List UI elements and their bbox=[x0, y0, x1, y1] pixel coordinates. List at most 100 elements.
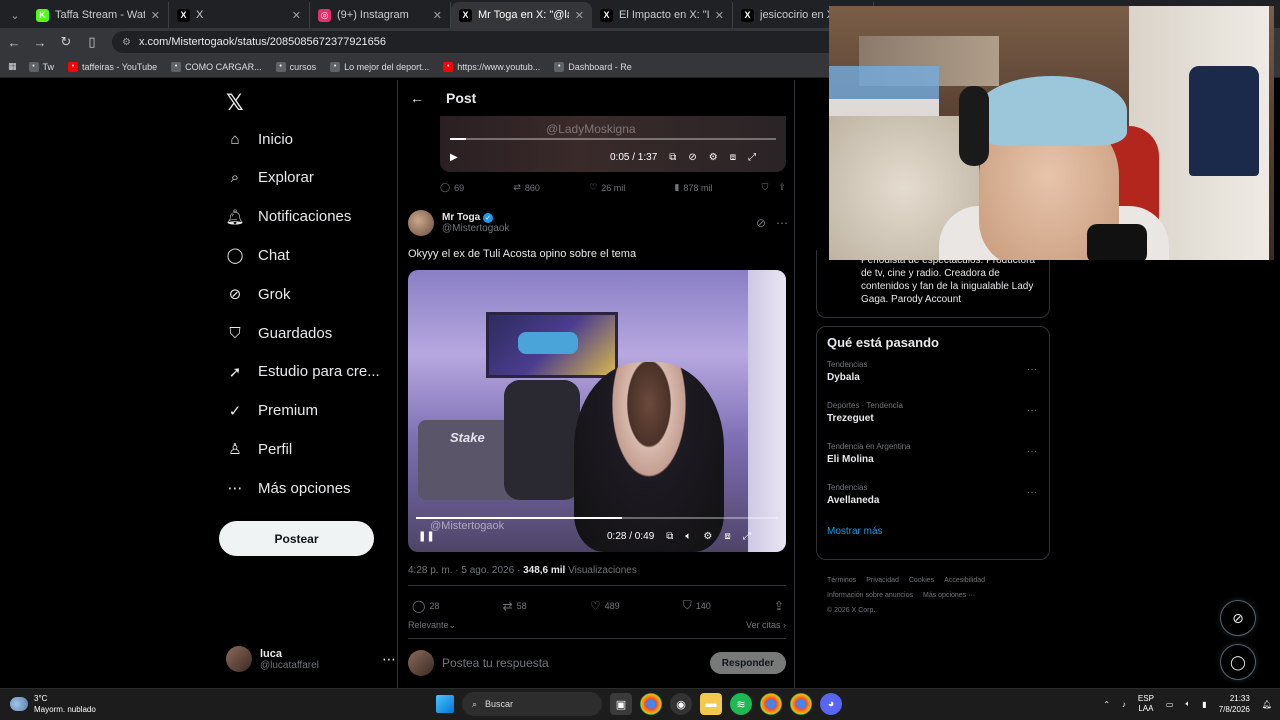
quoted-video-player[interactable]: @LadyMoskigna ▶ 0:05 / 1:37 ⧉ ⊘ ⚙ ⧈ ⤢ bbox=[440, 116, 786, 172]
windows-start-icon[interactable] bbox=[436, 695, 454, 713]
more-dots-icon[interactable]: ··· bbox=[1027, 487, 1037, 498]
like-action[interactable]: ♡ 26 mil bbox=[589, 182, 625, 193]
fullscreen-icon[interactable]: ⤢ bbox=[748, 152, 756, 163]
file-explorer-icon[interactable]: ▬ bbox=[700, 693, 722, 715]
close-icon[interactable]: ✕ bbox=[575, 9, 584, 22]
reply-action[interactable]: ◯ 28 bbox=[412, 598, 439, 613]
footer-link[interactable]: © 2026 X Corp. bbox=[827, 607, 875, 614]
battery-icon[interactable]: ▮ bbox=[1202, 700, 1206, 709]
obs-icon[interactable]: ◉ bbox=[670, 693, 692, 715]
x-logo-icon[interactable]: 𝕏 bbox=[226, 90, 244, 116]
language-indicator[interactable]: ESP LAA bbox=[1138, 694, 1154, 714]
chrome-icon[interactable] bbox=[640, 693, 662, 715]
close-icon[interactable]: ✕ bbox=[292, 9, 301, 22]
like-action[interactable]: ♡ 489 bbox=[590, 598, 620, 613]
reply-input[interactable]: Postea tu respuesta bbox=[442, 656, 702, 670]
notifications-icon[interactable]: 🔔︎ bbox=[1262, 700, 1272, 709]
browser-tab[interactable]: X El Impacto en X: "INVI ✕ bbox=[592, 2, 733, 28]
footer-link[interactable]: Información sobre anuncios bbox=[827, 592, 913, 599]
footer-link[interactable]: Privacidad bbox=[866, 577, 899, 584]
views-action[interactable]: ▮ 878 mil bbox=[674, 182, 712, 193]
reload-icon[interactable]: ↻ bbox=[54, 30, 78, 54]
clock[interactable]: 21:33 7/8/2026 bbox=[1219, 693, 1250, 715]
post-button[interactable]: Postear bbox=[219, 521, 374, 556]
browser-tab[interactable]: ◎ (9+) Instagram ✕ bbox=[310, 2, 451, 28]
volume-icon[interactable]: 🔈︎ bbox=[1185, 699, 1190, 709]
forward-arrow-icon[interactable]: → bbox=[28, 30, 52, 54]
spotify-icon[interactable]: ≋ bbox=[730, 693, 752, 715]
close-icon[interactable]: ✕ bbox=[433, 9, 442, 22]
settings-icon[interactable]: ⚙ bbox=[709, 152, 718, 163]
author-name[interactable]: Mr Toga bbox=[442, 212, 480, 223]
video-progress-bar[interactable] bbox=[416, 517, 778, 519]
trend-item[interactable]: Tendencia en Argentina Eli Molina ··· bbox=[827, 442, 1039, 483]
tray-app-icon[interactable]: ♪ bbox=[1122, 700, 1126, 709]
grok-fab-icon[interactable]: ⊘ bbox=[1220, 600, 1256, 636]
messages-fab-icon[interactable]: ◯ bbox=[1220, 644, 1256, 680]
browser-tab[interactable]: K Taffa Stream - Watch L ✕ bbox=[28, 2, 169, 28]
nav-item-inicio[interactable]: ⌂ Inicio bbox=[226, 124, 293, 154]
network-icon[interactable]: ▭ bbox=[1166, 700, 1174, 709]
author-handle[interactable]: @Mistertogaok bbox=[442, 223, 509, 234]
back-arrow-icon[interactable]: ← bbox=[2, 30, 26, 54]
chrome-icon-3[interactable] bbox=[790, 693, 812, 715]
site-info-icon[interactable]: ⚙ bbox=[122, 37, 131, 48]
quoted-video-progress[interactable] bbox=[450, 138, 776, 140]
play-icon[interactable]: ▶ bbox=[450, 152, 458, 163]
view-quotes-link[interactable]: Ver citas › bbox=[746, 620, 786, 631]
settings-icon[interactable]: ⚙ bbox=[703, 531, 712, 542]
nav-item-estudio-para-cre-[interactable]: ➚ Estudio para cre... bbox=[226, 357, 380, 387]
close-icon[interactable]: ✕ bbox=[715, 9, 724, 22]
bookmark-item[interactable]: • cursos bbox=[275, 61, 316, 72]
more-dots-icon[interactable]: ⋯ bbox=[776, 216, 788, 230]
footer-link[interactable]: Más opciones ··· bbox=[923, 592, 975, 599]
show-more-link[interactable]: Mostrar más bbox=[827, 526, 1039, 537]
bookmark-item[interactable]: • Dashboard - Re bbox=[554, 61, 632, 72]
footer-link[interactable]: Cookies bbox=[909, 577, 934, 584]
nav-item-chat[interactable]: ◯ Chat bbox=[226, 240, 290, 270]
grok-icon[interactable]: ⊘ bbox=[756, 216, 766, 230]
bookmark-item[interactable]: • taffeiras - YouTube bbox=[68, 61, 157, 72]
more-dots-icon[interactable]: ··· bbox=[1027, 446, 1037, 457]
reply-action[interactable]: ◯ 69 bbox=[440, 182, 464, 193]
bookmark-item[interactable]: • COMO CARGAR... bbox=[171, 61, 262, 72]
nav-item-perfil[interactable]: ♙ Perfil bbox=[226, 434, 292, 464]
footer-link[interactable]: Términos bbox=[827, 577, 856, 584]
volume-icon[interactable]: 🔈︎ bbox=[685, 531, 691, 542]
avatar[interactable] bbox=[408, 210, 434, 236]
share-icon[interactable]: ⇪ bbox=[774, 598, 784, 613]
back-arrow-icon[interactable]: ← bbox=[410, 90, 424, 106]
pip-icon[interactable]: ⧈ bbox=[730, 152, 736, 163]
taskbar-search[interactable]: ⌕ Buscar bbox=[462, 692, 602, 716]
tweet-video-player[interactable]: Stake @Mistertogaok ❚❚ 0:28 / 0:49 ⧉ 🔈︎ … bbox=[408, 270, 786, 552]
close-icon[interactable]: ✕ bbox=[151, 9, 160, 22]
tweet-timestamp[interactable]: 4:28 p. m. · 5 ago. 2026 · bbox=[408, 565, 523, 576]
repost-action[interactable]: ⇄ 860 bbox=[513, 182, 540, 193]
repost-action[interactable]: ⇄ 58 bbox=[503, 598, 527, 613]
nav-item-grok[interactable]: ⊘ Grok bbox=[226, 279, 291, 309]
tab-search-chevron-icon[interactable]: ⌄ bbox=[2, 2, 28, 28]
more-dots-icon[interactable]: ··· bbox=[1027, 405, 1037, 416]
sort-dropdown[interactable]: Relevante⌄ bbox=[408, 620, 456, 631]
more-dots-icon[interactable]: ⋯ bbox=[382, 651, 396, 668]
browser-tab[interactable]: X Mr Toga en X: "@ladyn ✕ bbox=[451, 2, 592, 28]
pause-icon[interactable]: ❚❚ bbox=[418, 531, 435, 542]
nav-item-más-opciones[interactable]: ⋯ Más opciones bbox=[226, 473, 351, 503]
footer-link[interactable]: Accesibilidad bbox=[944, 577, 985, 584]
bookmark-item[interactable]: • Tw bbox=[28, 61, 54, 72]
mute-icon[interactable]: ⊘ bbox=[688, 152, 696, 163]
sidebar-toggle-icon[interactable]: ▯ bbox=[80, 30, 104, 54]
captions-icon[interactable]: ⧉ bbox=[666, 531, 673, 542]
bookmark-action[interactable]: ⛉ 140 bbox=[683, 598, 711, 613]
task-view-icon[interactable]: ▣ bbox=[610, 693, 632, 715]
nav-item-notificaciones[interactable]: 🔔︎ Notificaciones bbox=[225, 202, 351, 232]
pip-icon[interactable]: ⧈ bbox=[724, 531, 730, 542]
bookmark-item[interactable]: • https://www.youtub... bbox=[443, 61, 540, 72]
account-switcher[interactable]: luca @lucataffarel ⋯ bbox=[226, 642, 396, 676]
browser-tab[interactable]: X X ✕ bbox=[169, 2, 310, 28]
chrome-icon-2[interactable] bbox=[760, 693, 782, 715]
more-dots-icon[interactable]: ··· bbox=[1027, 364, 1037, 375]
reply-button[interactable]: Responder bbox=[709, 652, 786, 674]
weather-widget[interactable]: 3°C Mayorm. nublado bbox=[10, 693, 96, 715]
bookmark-item[interactable]: • Lo mejor del deport... bbox=[330, 61, 429, 72]
